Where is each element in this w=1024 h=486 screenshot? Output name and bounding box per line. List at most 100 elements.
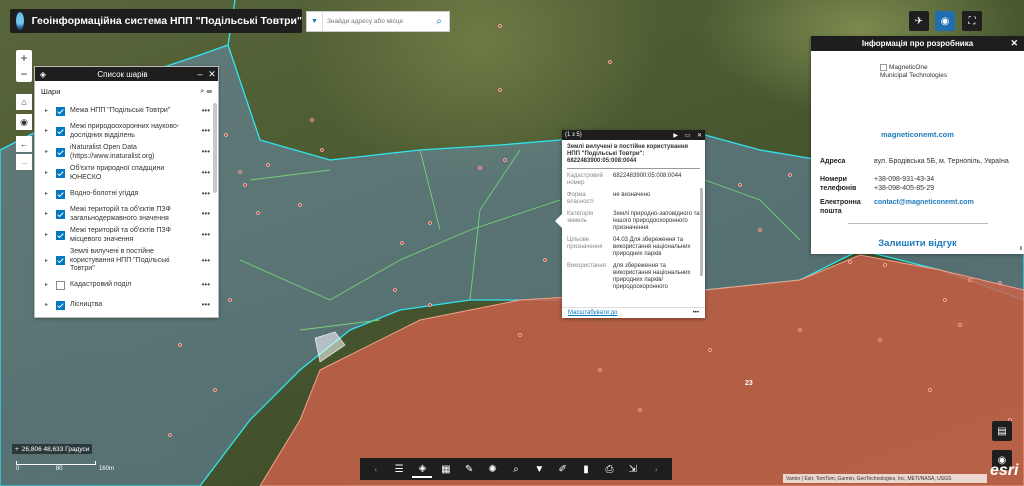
- layer-item[interactable]: ▸ Межі територій та об'єктів ПЗФ місцевог…: [35, 225, 212, 246]
- expand-icon[interactable]: ▸: [45, 210, 53, 219]
- layer-list-scrollbar[interactable]: [213, 103, 217, 193]
- layer-checkbox[interactable]: [56, 281, 65, 290]
- filter-icon[interactable]: ▼: [529, 460, 549, 478]
- zoom-out-button[interactable]: −: [16, 66, 32, 82]
- home-icon[interactable]: ⌂: [16, 94, 32, 110]
- popup-scrollbar[interactable]: [700, 188, 703, 276]
- more-options-icon[interactable]: •••: [196, 256, 210, 266]
- more-options-icon[interactable]: •••: [196, 231, 210, 240]
- more-options-icon[interactable]: •••: [196, 169, 210, 178]
- layer-item[interactable]: ▸ Межі територій та об'єктів ПЗФ загально…: [35, 204, 212, 225]
- crosshair-icon: +: [15, 445, 19, 453]
- attribute-row: Категорія земель Землі природно-заповідно…: [567, 211, 700, 231]
- basemap-gallery-icon[interactable]: ▦: [436, 460, 456, 478]
- address-value: вул. Бродівська 5Б, м. Тернопіль, Україн…: [874, 158, 1009, 165]
- more-options-icon[interactable]: •••: [196, 210, 210, 219]
- query-icon[interactable]: ⌕: [506, 460, 526, 478]
- layer-checkbox[interactable]: [56, 256, 65, 266]
- legend-icon[interactable]: ☰: [389, 460, 409, 478]
- search-icon[interactable]: ⌕: [429, 12, 449, 31]
- next-feature-icon[interactable]: ▶: [673, 133, 678, 139]
- more-options-icon[interactable]: •••: [196, 106, 210, 116]
- draw-icon[interactable]: ✎: [459, 460, 479, 478]
- more-options-icon[interactable]: •••: [693, 310, 699, 316]
- expand-icon[interactable]: ▸: [45, 190, 53, 199]
- layer-list-title: Список шарів: [97, 69, 148, 79]
- app-title: Геоінформаційна система НПП "Подільські …: [31, 15, 302, 27]
- popup-pointer: [555, 214, 562, 228]
- info-icon[interactable]: ◉: [935, 11, 955, 31]
- attribute-row: Форма власності не визначено: [567, 192, 651, 205]
- chevron-down-icon[interactable]: ▼: [307, 12, 323, 31]
- chevron-right-icon[interactable]: ›: [646, 460, 666, 478]
- back-extent-icon[interactable]: ←: [16, 136, 32, 152]
- layer-item[interactable]: ▸ iNaturalist Open Data (https://www.inat…: [35, 142, 212, 163]
- expand-icon[interactable]: ▸: [45, 148, 53, 157]
- layer-item[interactable]: ▸ Кадастровий поділ •••: [35, 276, 212, 296]
- layer-checkbox[interactable]: [56, 189, 65, 199]
- layer-item[interactable]: ▸ Землі вилучені в постійне користування …: [35, 246, 212, 276]
- developer-logo: MagneticOne Municipal Technologies: [880, 64, 948, 80]
- layers-icon[interactable]: ◈: [412, 460, 433, 478]
- layer-checkbox[interactable]: [56, 148, 65, 157]
- layer-item[interactable]: ▸ Межа НПП "Подільські Товтри" •••: [35, 101, 212, 121]
- zoom-to-link[interactable]: Масштабувати до: [568, 310, 617, 316]
- layer-item[interactable]: ▸ Лісництва •••: [35, 296, 212, 316]
- developer-info-panel: Інформація про розробника ✕ MagneticOne …: [811, 36, 1024, 254]
- expand-icon[interactable]: ▸: [45, 301, 53, 310]
- edit-icon[interactable]: ✐: [553, 460, 573, 478]
- leave-feedback-button[interactable]: Залишити відгук: [811, 238, 1024, 249]
- zoom-in-button[interactable]: +: [16, 50, 32, 66]
- close-icon[interactable]: ✕: [206, 69, 218, 80]
- layer-checkbox[interactable]: [56, 127, 65, 136]
- minimize-icon[interactable]: –: [194, 69, 206, 79]
- print-icon[interactable]: ⎙: [599, 460, 619, 478]
- expand-icon[interactable]: ▸: [45, 231, 53, 240]
- address-label: Адреса: [820, 158, 846, 165]
- more-options-icon[interactable]: •••: [196, 301, 210, 310]
- search-input[interactable]: [323, 12, 429, 31]
- layers-icon: ◈: [39, 69, 47, 79]
- email-link[interactable]: contact@magneticonemt.com: [874, 198, 974, 216]
- expand-icon[interactable]: ▸: [45, 281, 53, 290]
- esri-logo: esri: [990, 462, 1019, 479]
- zoom-control: + −: [16, 50, 32, 82]
- layer-item[interactable]: ▸ Межі природоохоронних науково-дослідних…: [35, 121, 212, 142]
- attribute-row: Цільове призначення 04.03 Для збереження …: [567, 237, 691, 257]
- filter-icon[interactable]: ⌕ ☰: [200, 86, 212, 96]
- coordinates-readout[interactable]: + 26,806 48,633 Градуси: [12, 444, 93, 454]
- expand-icon[interactable]: ▸: [45, 169, 53, 178]
- more-options-icon[interactable]: •••: [196, 148, 210, 157]
- panel-scrollbar[interactable]: [1020, 246, 1022, 250]
- chevron-left-icon[interactable]: ‹: [366, 460, 386, 478]
- more-options-icon[interactable]: •••: [196, 189, 210, 199]
- layer-checkbox[interactable]: [56, 301, 65, 310]
- expand-icon[interactable]: ▸: [45, 107, 53, 116]
- fullscreen-icon[interactable]: ⛶: [962, 11, 982, 31]
- layer-checkbox[interactable]: [56, 106, 65, 116]
- more-options-icon[interactable]: •••: [196, 127, 210, 136]
- website-link[interactable]: magneticonemt.com: [881, 130, 954, 139]
- locate-icon[interactable]: ◉: [16, 114, 32, 130]
- phones-value: +38-098-931-43-34 +38-098-405-85-29: [874, 176, 935, 192]
- layer-checkbox[interactable]: [56, 231, 65, 240]
- layer-checkbox[interactable]: [56, 169, 65, 178]
- attribute-table-icon[interactable]: ▤: [992, 421, 1012, 441]
- layer-checkbox[interactable]: [56, 210, 65, 219]
- share-icon[interactable]: ✈: [909, 11, 929, 31]
- expand-icon[interactable]: ▸: [45, 257, 53, 266]
- expand-icon[interactable]: ▸: [45, 127, 53, 136]
- bookmark-icon[interactable]: ▮: [576, 460, 596, 478]
- layer-item[interactable]: ▸ Об'єкти природної спадщини ЮНЕСКО •••: [35, 163, 212, 184]
- more-options-icon[interactable]: •••: [196, 281, 210, 290]
- analysis-icon[interactable]: ✺: [483, 460, 503, 478]
- maximize-icon[interactable]: ▭: [685, 133, 691, 139]
- export-icon[interactable]: ⇲: [623, 460, 643, 478]
- layer-item[interactable]: ▸ Водно-болотні угіддя •••: [35, 184, 212, 204]
- scale-bar: 0 80 160m: [16, 461, 114, 472]
- close-icon[interactable]: ✕: [697, 133, 702, 139]
- image-icon: [880, 64, 887, 71]
- email-label: Електронна пошта: [820, 199, 861, 215]
- forward-extent-icon[interactable]: →: [16, 154, 32, 170]
- close-icon[interactable]: ✕: [1010, 38, 1018, 49]
